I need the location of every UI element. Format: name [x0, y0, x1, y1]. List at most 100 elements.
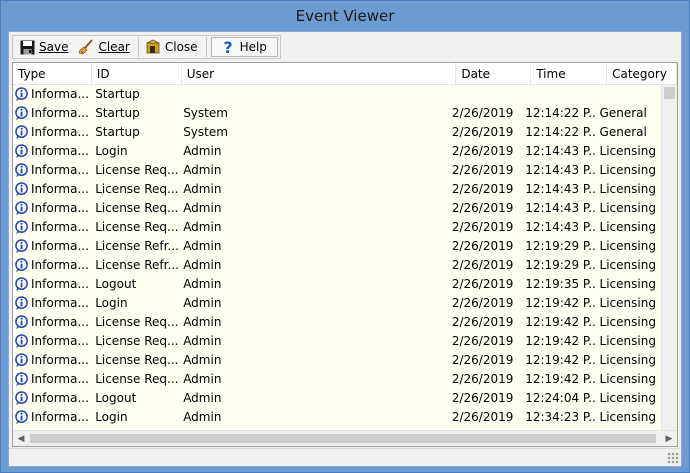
scroll-right-arrow-icon[interactable]: ▶ — [661, 431, 677, 446]
cell-type-text: Informa... — [31, 125, 89, 139]
cell-date: 2/26/2019 — [451, 315, 514, 329]
cell-category: Licensing — [599, 258, 656, 272]
cell-type-text: Informa... — [31, 87, 89, 101]
cell-category: Licensing — [599, 144, 656, 158]
table-row[interactable]: Informa... Login Admin 2/26/2019 12:19:42 P.… — [13, 294, 663, 313]
cell-category: Licensing — [599, 239, 656, 253]
cell-id: License Req... — [95, 372, 179, 386]
cell-id: Login — [95, 144, 128, 158]
table-row[interactable]: Informa... Logout Admin 2/26/2019 12:19:35 P… — [13, 275, 663, 294]
column-header-user[interactable]: User — [182, 63, 457, 85]
cell-id: License Req... — [95, 163, 179, 177]
cell-id: License Req... — [95, 220, 179, 234]
toolbar: Save Clear Close ? Help — [12, 35, 281, 59]
table-row[interactable]: Informa... License Refr... Admin 2/26/2019 1… — [13, 237, 663, 256]
cell-time: 12:34:23 P... — [525, 410, 595, 424]
column-header-category[interactable]: Category — [607, 63, 677, 85]
cell-time: 12:14:22 P... — [525, 125, 595, 139]
cell-user: System — [183, 125, 228, 139]
info-icon — [15, 391, 31, 406]
cell-id: Login — [95, 296, 128, 310]
cell-category: Licensing — [599, 163, 656, 177]
column-header-type[interactable]: Type — [13, 63, 92, 85]
cell-category: Licensing — [599, 296, 656, 310]
cell-category — [595, 85, 663, 104]
cell-type-text: Informa... — [31, 220, 89, 234]
cell-id: License Refr... — [95, 258, 179, 272]
cell-type: Informa... — [13, 104, 90, 123]
cell-category: General — [599, 106, 647, 120]
column-header-time[interactable]: Time — [531, 63, 608, 85]
cell-type: Informa... — [13, 142, 90, 161]
column-header-id[interactable]: ID — [92, 63, 182, 85]
close-button[interactable]: Close — [141, 37, 204, 57]
resize-grip-icon[interactable] — [667, 452, 679, 464]
cell-type-text: Informa... — [31, 315, 89, 329]
title-bar[interactable]: Event Viewer — [1, 1, 689, 31]
vertical-scroll-thumb[interactable] — [664, 87, 675, 99]
cell-type: Informa... — [13, 408, 90, 427]
event-grid[interactable]: Type ID User Date Time Category Informa.… — [12, 62, 678, 447]
table-row[interactable]: Informa... License Req... Admin 2/26/2019 12… — [13, 332, 663, 351]
cell-id: License Req... — [95, 201, 179, 215]
cell-user: Admin — [183, 258, 222, 272]
cell-type-text: Informa... — [31, 258, 89, 272]
table-row[interactable]: Informa... License Req... Admin 2/26/2019 12… — [13, 161, 663, 180]
table-row[interactable]: Informa... Login Admin 2/26/2019 12:14:43 P.… — [13, 142, 663, 161]
cell-id: Startup — [95, 87, 140, 101]
save-icon — [19, 39, 35, 55]
status-bar — [9, 448, 681, 466]
info-icon — [15, 125, 31, 140]
grid-header: Type ID User Date Time Category — [13, 63, 677, 85]
table-row[interactable]: Informa... Login Admin 2/26/2019 12:34:23 P.… — [13, 408, 663, 427]
cell-id: Logout — [95, 277, 137, 291]
cell-type-text: Informa... — [31, 372, 89, 386]
window-client-area: Save Clear Close ? Help Type ID User Dat… — [8, 31, 682, 467]
cell-type: Informa... — [13, 180, 90, 199]
column-header-date[interactable]: Date — [456, 63, 532, 85]
cell-user: System — [183, 106, 228, 120]
cell-type-text: Informa... — [31, 353, 89, 367]
cell-date: 2/26/2019 — [451, 163, 514, 177]
cell-type-text: Informa... — [31, 201, 89, 215]
scroll-left-arrow-icon[interactable]: ◀ — [13, 431, 29, 446]
table-row[interactable]: Informa... License Req... Admin 2/26/2019 12… — [13, 180, 663, 199]
clear-button[interactable]: Clear — [74, 37, 135, 57]
cell-category: Licensing — [599, 353, 656, 367]
cell-user: Admin — [183, 144, 222, 158]
vertical-scrollbar[interactable] — [661, 85, 677, 431]
save-button[interactable]: Save — [15, 37, 74, 57]
cell-type: Informa... — [13, 256, 90, 275]
cell-id: Login — [95, 410, 128, 424]
cell-date: 2/26/2019 — [451, 201, 514, 215]
table-row[interactable]: Informa... Logout Admin 2/26/2019 12:24:04 P… — [13, 389, 663, 408]
table-row[interactable]: Informa... Startup System 2/26/2019 12:14:22… — [13, 123, 663, 142]
table-row[interactable]: Informa... License Refr... Admin 2/26/2019 1… — [13, 256, 663, 275]
info-icon — [15, 410, 31, 425]
table-row[interactable]: Informa... Startup — [13, 85, 663, 104]
cell-time: 12:19:42 P... — [525, 372, 595, 386]
cell-time: 12:14:43 P... — [525, 144, 595, 158]
help-button[interactable]: ? Help — [210, 37, 278, 57]
info-icon — [15, 315, 31, 330]
cell-category: Licensing — [599, 315, 656, 329]
cell-type-text: Informa... — [31, 410, 89, 424]
clear-label: Clear — [98, 40, 130, 54]
cell-user: Admin — [183, 220, 222, 234]
table-row[interactable]: Informa... Startup System 2/26/2019 12:14:22… — [13, 104, 663, 123]
info-icon — [15, 144, 31, 159]
table-row[interactable]: Informa... License Req... Admin 2/26/2019 12… — [13, 351, 663, 370]
table-row[interactable]: Informa... License Req... Admin 2/26/2019 12… — [13, 370, 663, 389]
cell-type-text: Informa... — [31, 182, 89, 196]
cell-time: 12:14:43 P... — [525, 163, 595, 177]
cell-user: Admin — [183, 372, 222, 386]
cell-time: 12:19:42 P... — [525, 353, 595, 367]
horizontal-scroll-thumb[interactable] — [30, 434, 656, 443]
cell-date: 2/26/2019 — [451, 353, 514, 367]
cell-id: License Req... — [95, 334, 179, 348]
table-row[interactable]: Informa... License Req... Admin 2/26/2019 12… — [13, 313, 663, 332]
table-row[interactable]: Informa... License Req... Admin 2/26/2019 12… — [13, 218, 663, 237]
cell-date: 2/26/2019 — [451, 182, 514, 196]
horizontal-scrollbar[interactable]: ◀ ▶ — [13, 430, 677, 446]
table-row[interactable]: Informa... License Req... Admin 2/26/2019 12… — [13, 199, 663, 218]
